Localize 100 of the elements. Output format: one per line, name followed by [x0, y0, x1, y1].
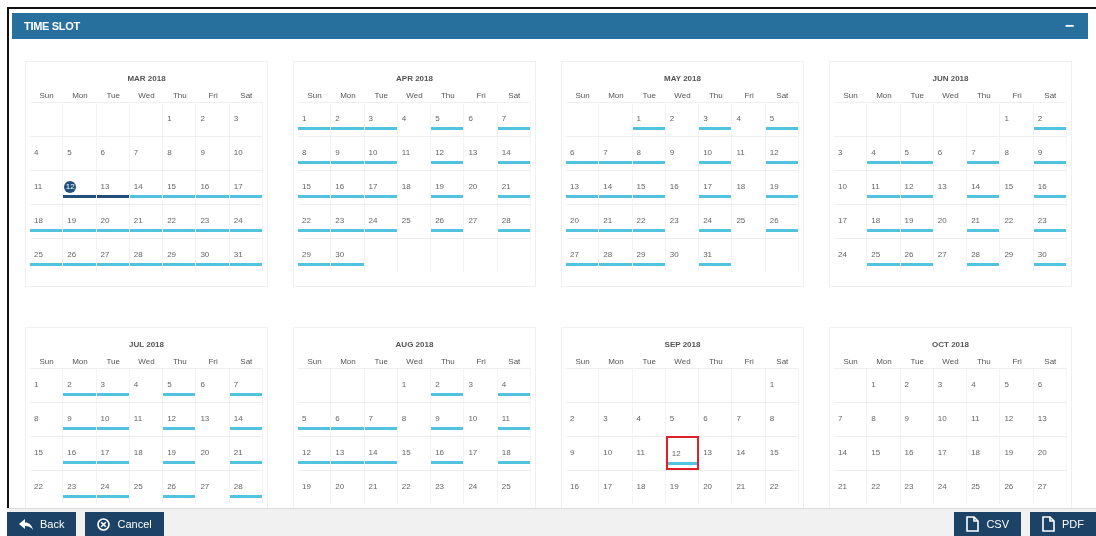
- day-cell[interactable]: 14: [599, 170, 633, 204]
- day-cell[interactable]: 2: [1033, 102, 1067, 136]
- day-cell[interactable]: 12: [665, 436, 700, 470]
- day-cell[interactable]: 23: [665, 204, 700, 238]
- day-cell[interactable]: 21: [834, 470, 868, 504]
- day-cell[interactable]: 27: [464, 204, 498, 238]
- day-cell[interactable]: 5: [1000, 368, 1034, 402]
- day-cell[interactable]: 17: [699, 170, 733, 204]
- day-cell[interactable]: 10: [364, 136, 398, 170]
- day-cell[interactable]: 6: [196, 368, 230, 402]
- day-cell[interactable]: 5: [665, 402, 700, 436]
- back-button[interactable]: Back: [7, 512, 77, 536]
- day-cell[interactable]: 13: [331, 436, 365, 470]
- day-cell[interactable]: 7: [229, 368, 263, 402]
- day-cell[interactable]: 18: [867, 204, 901, 238]
- day-cell[interactable]: 20: [933, 204, 968, 238]
- day-cell[interactable]: 26: [765, 204, 799, 238]
- day-cell[interactable]: 20: [1033, 436, 1067, 470]
- day-cell[interactable]: 13: [1033, 402, 1067, 436]
- day-cell[interactable]: 24: [834, 238, 868, 272]
- day-cell[interactable]: 5: [63, 136, 97, 170]
- day-cell[interactable]: 1: [163, 102, 197, 136]
- day-cell[interactable]: 3: [834, 136, 868, 170]
- day-cell[interactable]: 26: [1000, 470, 1034, 504]
- day-cell[interactable]: 5: [900, 136, 934, 170]
- day-cell[interactable]: 18: [30, 204, 64, 238]
- day-cell[interactable]: 23: [900, 470, 934, 504]
- day-cell[interactable]: 16: [566, 470, 600, 504]
- day-cell[interactable]: 12: [298, 436, 332, 470]
- day-cell[interactable]: 24: [933, 470, 968, 504]
- day-cell[interactable]: 16: [431, 436, 465, 470]
- day-cell[interactable]: 20: [699, 470, 733, 504]
- day-cell[interactable]: 18: [129, 436, 164, 470]
- day-cell[interactable]: 22: [632, 204, 666, 238]
- day-cell[interactable]: 11: [632, 436, 666, 470]
- day-cell[interactable]: 10: [464, 402, 498, 436]
- day-cell[interactable]: 3: [96, 368, 130, 402]
- day-cell[interactable]: 21: [364, 470, 398, 504]
- day-cell[interactable]: 11: [30, 170, 64, 204]
- day-cell[interactable]: 12: [431, 136, 465, 170]
- day-cell[interactable]: 22: [867, 470, 901, 504]
- day-cell[interactable]: 8: [765, 402, 799, 436]
- day-cell[interactable]: 29: [632, 238, 666, 272]
- day-cell[interactable]: 21: [129, 204, 164, 238]
- day-cell[interactable]: 20: [464, 170, 498, 204]
- day-cell[interactable]: 25: [867, 238, 901, 272]
- day-cell[interactable]: 30: [331, 238, 365, 272]
- day-cell[interactable]: 30: [196, 238, 230, 272]
- day-cell[interactable]: 1: [298, 102, 332, 136]
- day-cell[interactable]: 11: [867, 170, 901, 204]
- day-cell[interactable]: 10: [933, 402, 968, 436]
- day-cell[interactable]: 19: [765, 170, 799, 204]
- day-cell[interactable]: 27: [196, 470, 230, 504]
- day-cell[interactable]: 13: [96, 170, 130, 204]
- day-cell[interactable]: 28: [599, 238, 633, 272]
- day-cell[interactable]: 30: [1033, 238, 1067, 272]
- day-cell[interactable]: 17: [364, 170, 398, 204]
- day-cell[interactable]: 22: [298, 204, 332, 238]
- day-cell[interactable]: 24: [229, 204, 263, 238]
- day-cell[interactable]: 10: [599, 436, 633, 470]
- day-cell[interactable]: 31: [229, 238, 263, 272]
- day-cell[interactable]: 21: [732, 470, 766, 504]
- cancel-button[interactable]: Cancel: [85, 512, 164, 536]
- day-cell[interactable]: 25: [497, 470, 531, 504]
- day-cell[interactable]: 1: [867, 368, 901, 402]
- day-cell[interactable]: 7: [497, 102, 531, 136]
- day-cell[interactable]: 27: [96, 238, 130, 272]
- day-cell[interactable]: 3: [599, 402, 633, 436]
- day-cell[interactable]: 13: [464, 136, 498, 170]
- day-cell[interactable]: 15: [163, 170, 197, 204]
- day-cell[interactable]: 5: [298, 402, 332, 436]
- day-cell[interactable]: 23: [431, 470, 465, 504]
- day-cell[interactable]: 19: [1000, 436, 1034, 470]
- day-cell[interactable]: 8: [397, 402, 432, 436]
- day-cell[interactable]: 18: [397, 170, 432, 204]
- day-cell[interactable]: 13: [196, 402, 230, 436]
- day-cell[interactable]: 26: [900, 238, 934, 272]
- day-cell[interactable]: 25: [129, 470, 164, 504]
- day-cell[interactable]: 19: [63, 204, 97, 238]
- day-cell[interactable]: 14: [732, 436, 766, 470]
- day-cell[interactable]: 17: [96, 436, 130, 470]
- day-cell[interactable]: 2: [431, 368, 465, 402]
- day-cell[interactable]: 4: [497, 368, 531, 402]
- day-cell[interactable]: 24: [464, 470, 498, 504]
- export-button[interactable]: CSV: [954, 512, 1021, 536]
- day-cell[interactable]: 2: [63, 368, 97, 402]
- day-cell[interactable]: 4: [967, 368, 1001, 402]
- day-cell[interactable]: 8: [30, 402, 64, 436]
- day-cell[interactable]: 21: [497, 170, 531, 204]
- day-cell[interactable]: 27: [566, 238, 600, 272]
- day-cell[interactable]: 5: [163, 368, 197, 402]
- day-cell[interactable]: 11: [497, 402, 531, 436]
- day-cell[interactable]: 17: [599, 470, 633, 504]
- day-cell[interactable]: 19: [298, 470, 332, 504]
- day-cell[interactable]: 11: [732, 136, 766, 170]
- day-cell[interactable]: 21: [967, 204, 1001, 238]
- day-cell[interactable]: 23: [1033, 204, 1067, 238]
- day-cell[interactable]: 25: [732, 204, 766, 238]
- day-cell[interactable]: 12: [900, 170, 934, 204]
- day-cell[interactable]: 12: [1000, 402, 1034, 436]
